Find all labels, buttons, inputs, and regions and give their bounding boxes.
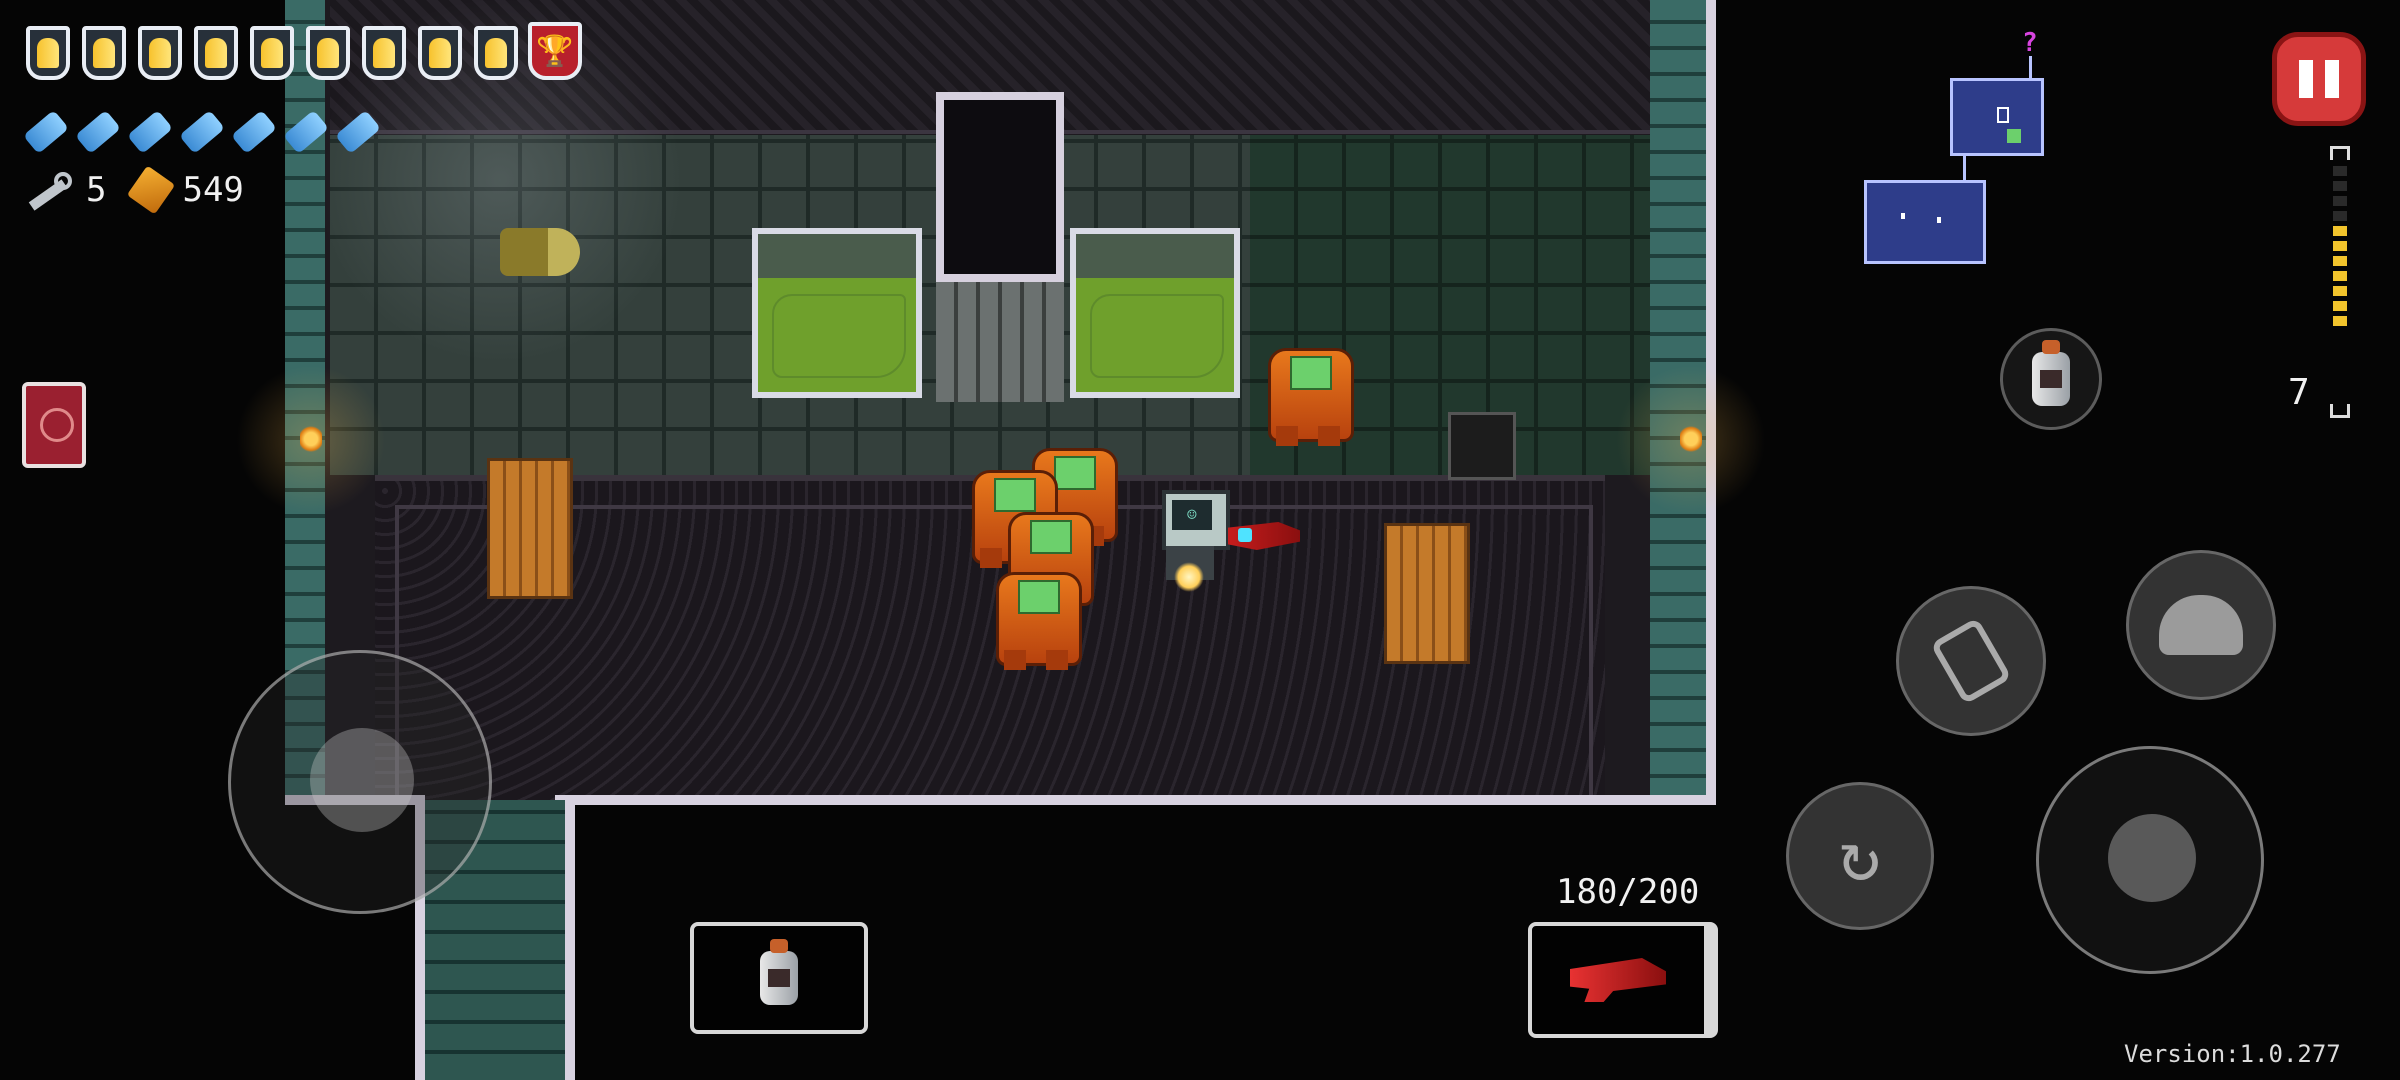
clip-segment [2333, 271, 2347, 281]
clip-bottom-icon [2330, 404, 2350, 418]
blank-icon [74, 109, 122, 155]
bullet-statue-prop [500, 228, 580, 276]
move-joystick-knob[interactable] [310, 728, 414, 832]
armor-heart-icon [362, 26, 406, 80]
clip-segment [2333, 181, 2347, 191]
version-label: Version:1.0.277 [2124, 1040, 2341, 1068]
unknown-room-marker: ? [2022, 28, 2038, 58]
red-raygun-icon [1570, 958, 1666, 1002]
canteen-icon [760, 939, 798, 1005]
clip-top-icon [2330, 146, 2350, 160]
blank-button[interactable] [1896, 586, 2046, 736]
clip-segment [2333, 226, 2347, 236]
clip-segment [2333, 256, 2347, 266]
armor-heart-icon [306, 26, 350, 80]
weapon-ammo-count: 180/200 [1556, 872, 1700, 912]
health-bar [26, 26, 574, 80]
player-robot: ☺ [1150, 490, 1230, 600]
blank-burst-icon [1930, 617, 2012, 705]
shell-currency-icon [127, 165, 176, 215]
minimap-connector [2029, 56, 2032, 78]
use-item-button[interactable] [2000, 328, 2102, 430]
chalice-shield-icon: 🏆 [528, 22, 582, 80]
shells-count: 549 [182, 170, 244, 210]
blank-icon [22, 109, 70, 155]
clip-segment [2333, 241, 2347, 251]
resource-row: 5 549 [28, 165, 244, 215]
minimap-room-current[interactable] [1950, 78, 2044, 156]
acid-pool-left [752, 228, 922, 398]
active-item-count: 7 [2288, 372, 2310, 413]
wooden-table-right[interactable] [1384, 523, 1470, 664]
minimap-connector [1963, 156, 1966, 180]
robot-face-icon: ☺ [1172, 500, 1212, 530]
active-item-slot[interactable] [690, 922, 868, 1034]
blank-icon [178, 109, 226, 155]
clip-segment [2333, 166, 2347, 176]
stone-pillar [936, 92, 1064, 282]
pause-button[interactable] [2272, 32, 2366, 126]
clip-segment [2333, 286, 2347, 296]
torch-right-icon [1680, 424, 1702, 454]
metal-crate [1448, 412, 1516, 480]
armor-heart-icon [194, 26, 238, 80]
enemy-gun-nut [986, 550, 1086, 670]
blank-icon [126, 109, 174, 155]
pillar-rubble [936, 282, 1064, 402]
clip-ammo-bar [2333, 166, 2347, 331]
room-edge-bottom [555, 795, 1716, 805]
wooden-table-left[interactable] [487, 458, 573, 599]
armor-heart-icon [250, 26, 294, 80]
armor-heart-icon [138, 26, 182, 80]
raygun-tip [1238, 528, 1252, 542]
blank-icon [230, 109, 278, 155]
torch-left-icon [300, 424, 322, 454]
key-icon [28, 172, 72, 211]
dodge-roll-button[interactable] [2126, 550, 2276, 700]
armor-heart-icon [82, 26, 126, 80]
clip-segment [2333, 316, 2347, 326]
weapon-slot[interactable] [1528, 922, 1718, 1038]
aim-joystick-knob[interactable] [2108, 814, 2196, 902]
armor-heart-icon [474, 26, 518, 80]
clip-segment [2333, 196, 2347, 206]
minimap-room-explored[interactable] [1864, 180, 1986, 264]
acid-pool-right [1070, 228, 1240, 398]
enemy-gun-nut [1258, 326, 1358, 446]
blanks-bar [22, 109, 382, 155]
clip-segment [2333, 211, 2347, 221]
canteen-icon [2032, 340, 2070, 406]
reload-arrows-icon: ↻ [1838, 815, 1882, 897]
blank-icon [334, 109, 382, 155]
armor-heart-icon [26, 26, 70, 80]
clip-segment [2333, 301, 2347, 311]
blank-icon [282, 109, 330, 155]
armor-heart-icon [418, 26, 462, 80]
reload-swap-button[interactable]: ↻ [1786, 782, 1934, 930]
dodge-ghost-icon [2159, 595, 2243, 655]
keys-count: 5 [86, 170, 107, 210]
spellbook-item-icon[interactable] [22, 382, 86, 468]
